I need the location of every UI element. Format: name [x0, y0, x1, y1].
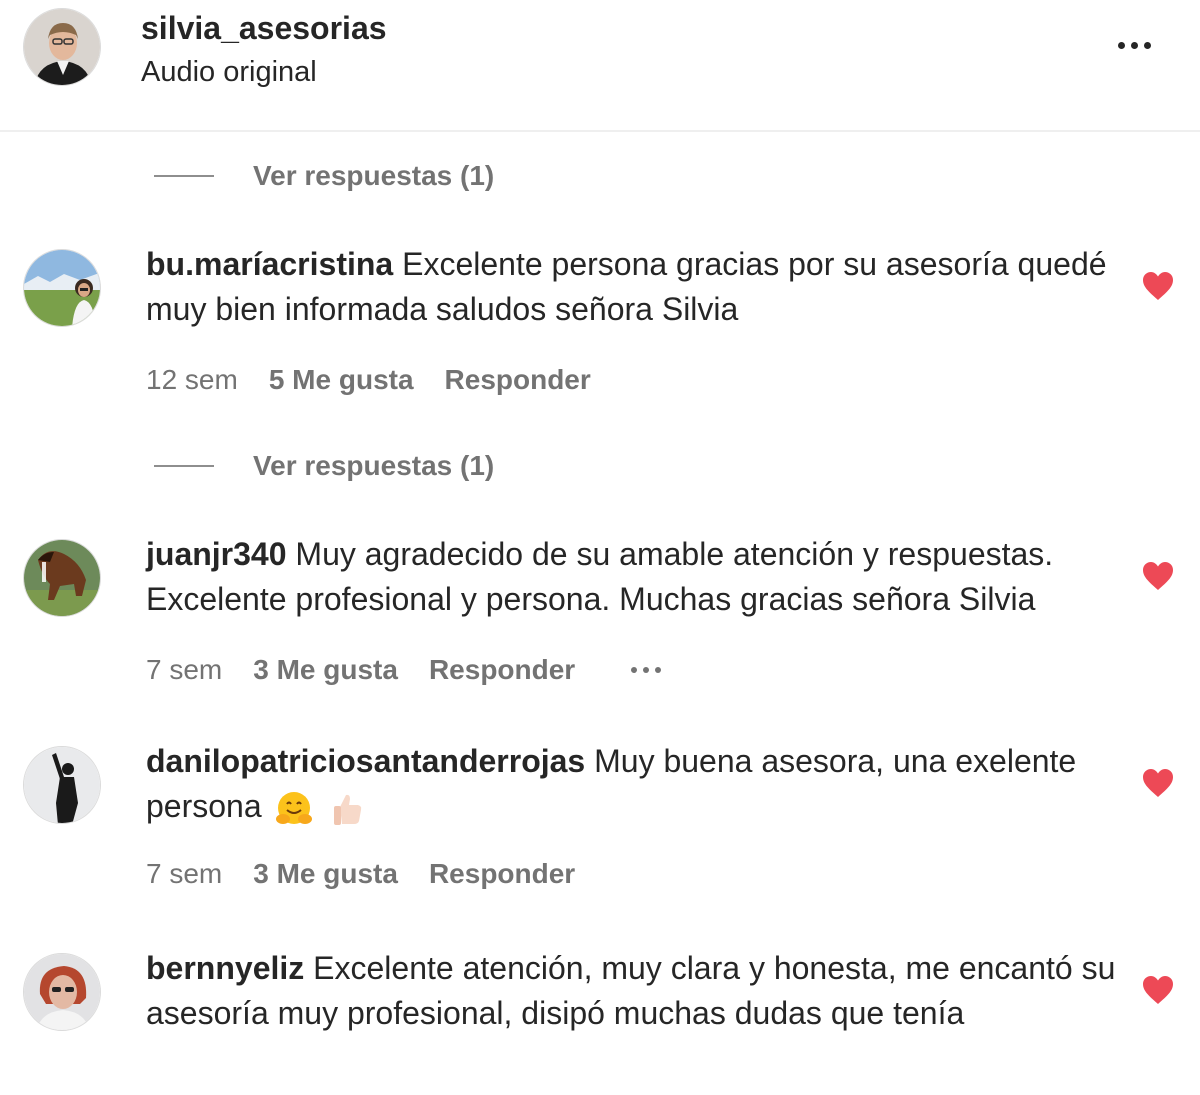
comment-text: bernnyeliz Excelente atención, muy clara…: [146, 946, 1116, 1036]
comment-author[interactable]: bu.maríacristina: [146, 246, 393, 282]
reply-button[interactable]: Responder: [429, 858, 575, 890]
reply-button[interactable]: Responder: [445, 364, 591, 396]
heart-icon[interactable]: [1142, 768, 1174, 798]
avatar[interactable]: [23, 8, 101, 86]
divider: [154, 175, 214, 177]
heart-icon[interactable]: [1142, 271, 1174, 301]
comment-time[interactable]: 7 sem: [146, 654, 222, 686]
comment-text: bu.maríacristina Excelente persona graci…: [146, 242, 1116, 332]
comment-meta: 12 sem 5 Me gusta Responder: [146, 364, 591, 396]
avatar[interactable]: [23, 746, 101, 824]
comment-author[interactable]: bernnyeliz: [146, 950, 304, 986]
heart-icon[interactable]: [1142, 975, 1174, 1005]
comment-meta: 7 sem 3 Me gusta Responder: [146, 858, 575, 890]
avatar[interactable]: [23, 953, 101, 1031]
more-options-icon[interactable]: [631, 667, 662, 673]
view-replies-label: Ver respuestas (1): [253, 160, 495, 191]
view-replies-button[interactable]: Ver respuestas (1): [154, 446, 494, 486]
avatar[interactable]: [23, 249, 101, 327]
comment-author[interactable]: juanjr340: [146, 536, 287, 572]
author-username[interactable]: silvia_asesorias: [141, 10, 387, 47]
thumbs-up-emoji: [334, 794, 362, 825]
comment-text: danilopatriciosantanderrojas Muy buena a…: [146, 739, 1116, 829]
comment-time[interactable]: 7 sem: [146, 858, 222, 890]
more-options-icon[interactable]: [1118, 42, 1151, 49]
likes-count[interactable]: 3 Me gusta: [253, 654, 398, 686]
audio-label[interactable]: Audio original: [141, 56, 317, 89]
comment-meta: 7 sem 3 Me gusta Responder: [146, 654, 662, 686]
heart-icon[interactable]: [1142, 561, 1174, 591]
divider: [154, 465, 214, 467]
comment-text: juanjr340 Muy agradecido de su amable at…: [146, 532, 1116, 622]
comment-time[interactable]: 12 sem: [146, 364, 238, 396]
avatar[interactable]: [23, 539, 101, 617]
view-replies-button[interactable]: Ver respuestas (1): [154, 156, 494, 196]
likes-count[interactable]: 5 Me gusta: [269, 364, 414, 396]
hugging-face-emoji: [275, 791, 312, 824]
likes-count[interactable]: 3 Me gusta: [253, 858, 398, 890]
comment-author[interactable]: danilopatriciosantanderrojas: [146, 743, 585, 779]
view-replies-label: Ver respuestas (1): [253, 450, 495, 481]
post-header: silvia_asesorias Audio original: [0, 0, 1200, 132]
reply-button[interactable]: Responder: [429, 654, 575, 686]
